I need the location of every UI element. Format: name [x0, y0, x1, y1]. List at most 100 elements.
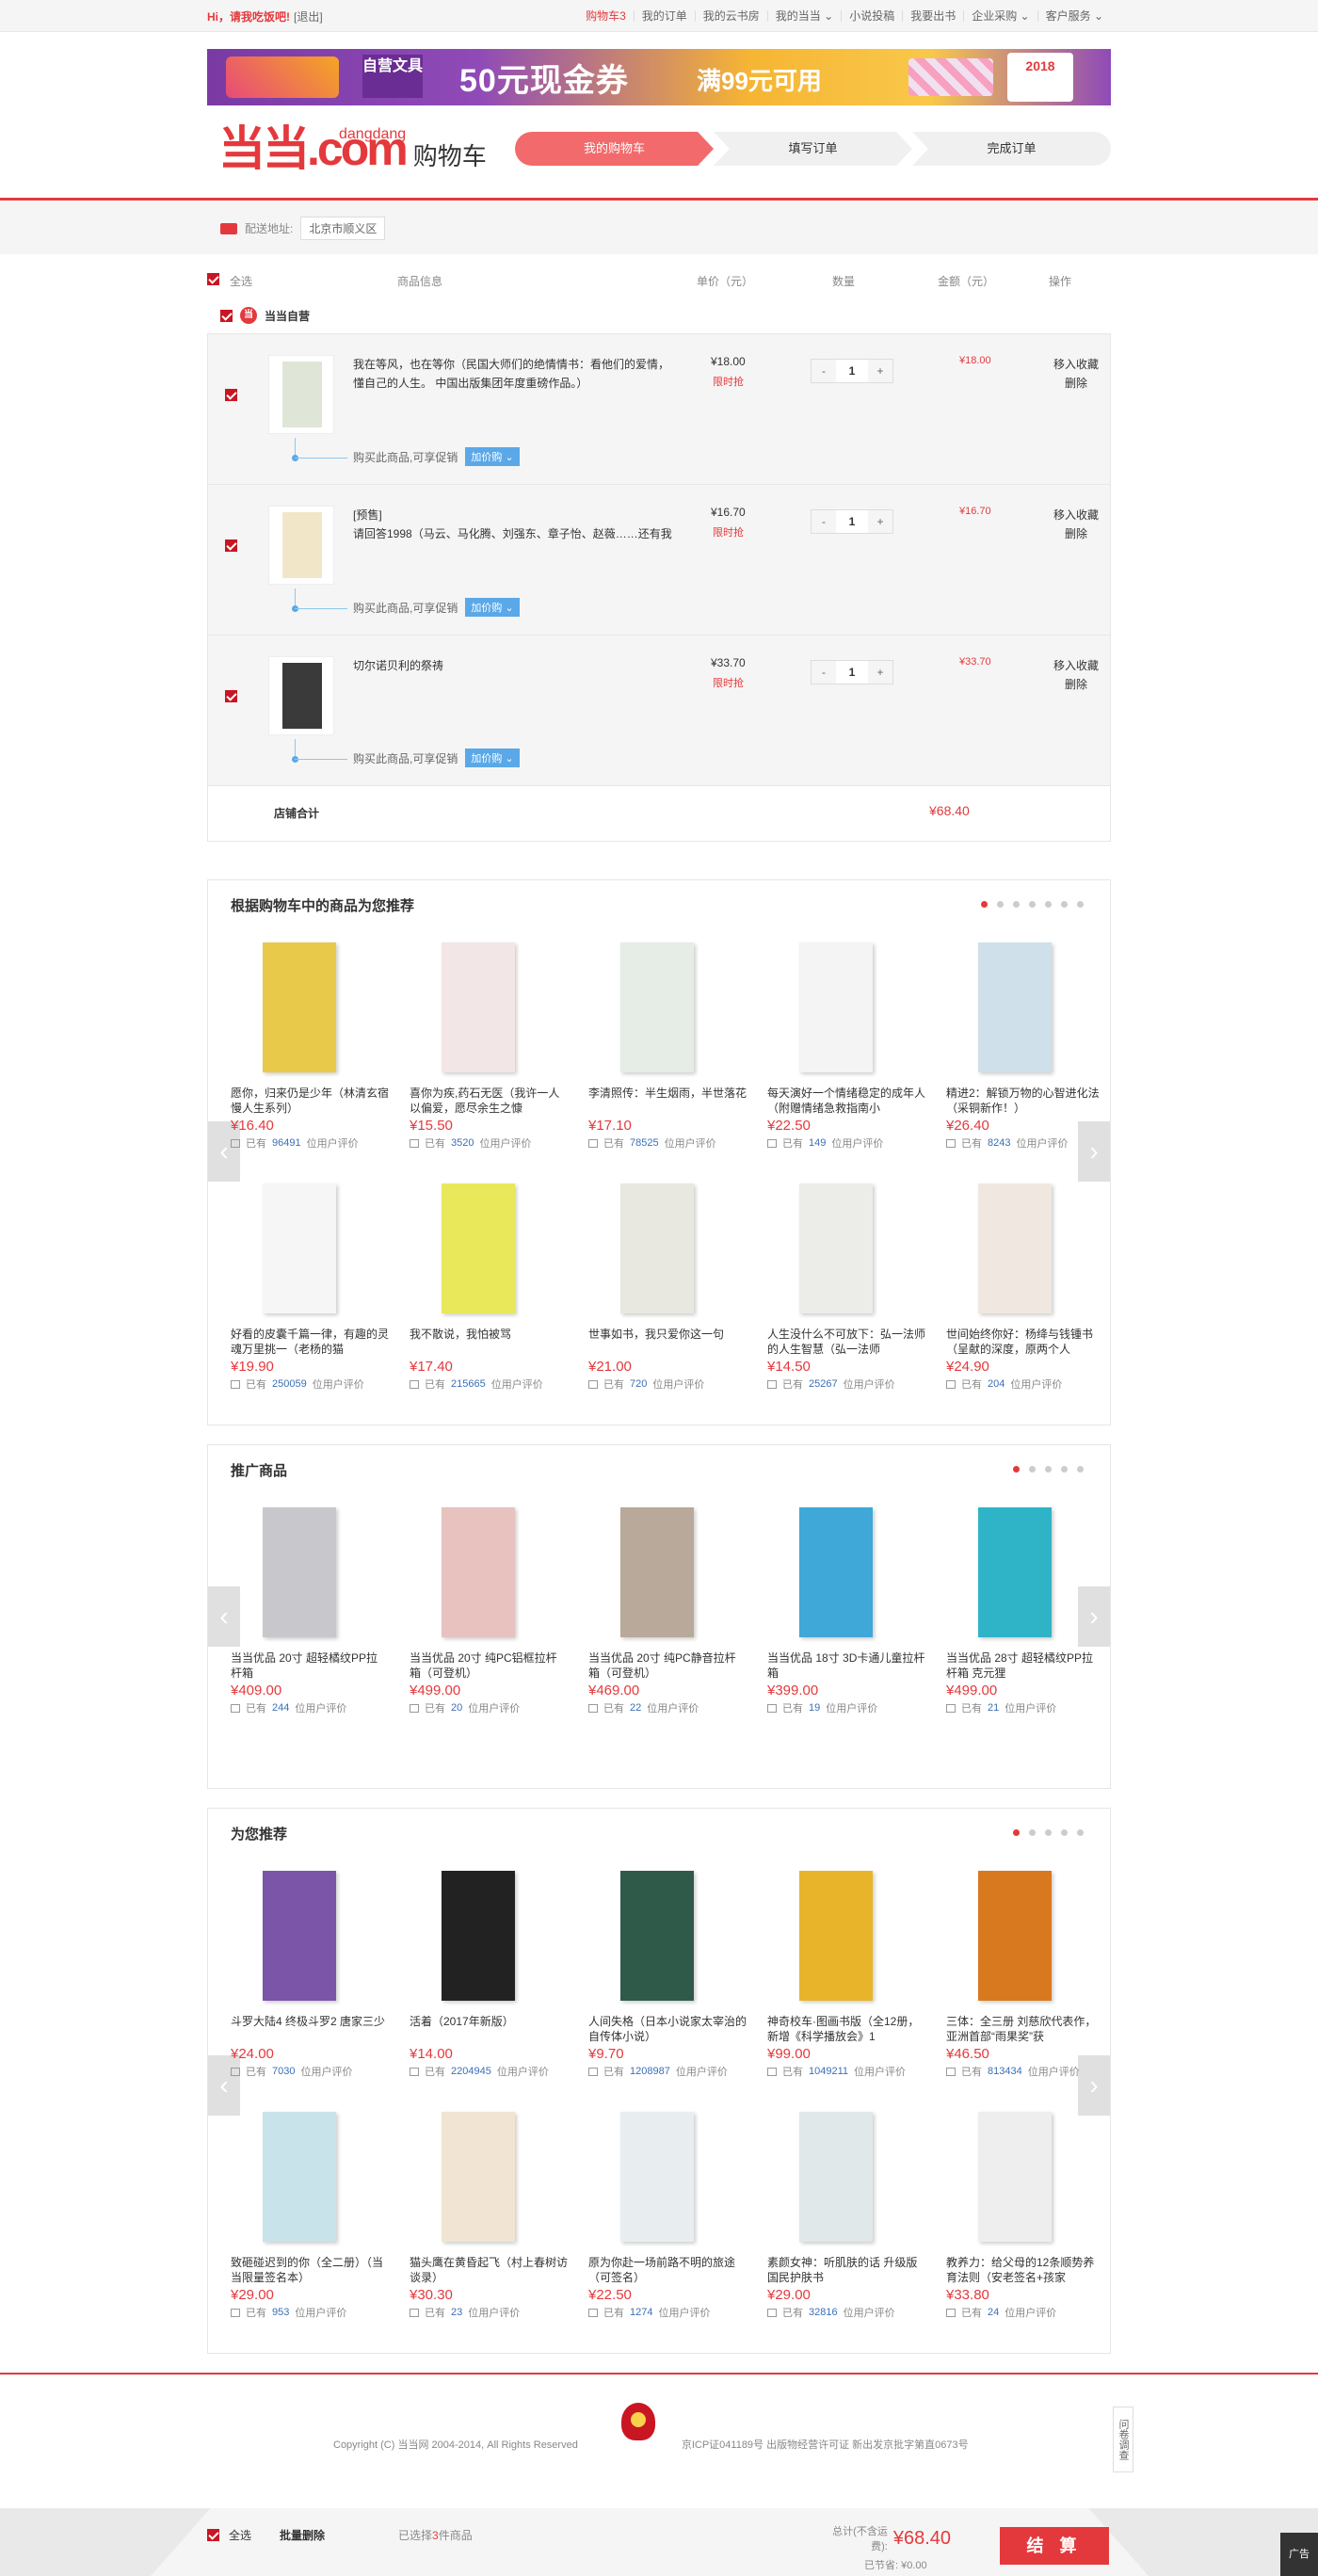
- product-image[interactable]: [231, 937, 372, 1078]
- icp-license[interactable]: 京ICP证041189号 出版物经营许可证 新出发京批字第直0673号: [682, 2437, 969, 2452]
- product-name[interactable]: 当当优品 20寸 超轻橘纹PP拉杆箱: [231, 1650, 389, 1681]
- product-name[interactable]: 人生没什么不可放下：弘一法师的人生智慧（弘一法师: [767, 1327, 925, 1357]
- review-count[interactable]: 2204945: [451, 2066, 491, 2077]
- item-cover[interactable]: [268, 656, 334, 735]
- review-count[interactable]: 204: [988, 1378, 1005, 1390]
- product-image[interactable]: [410, 937, 551, 1078]
- top-link-service[interactable]: 客户服务 ⌄: [1037, 10, 1111, 22]
- qty-minus-button[interactable]: -: [812, 360, 836, 382]
- product-card[interactable]: 当当优品 18寸 3D卡通儿童拉杆箱 ¥399.00 已有 19 位用户评价: [767, 1502, 925, 1715]
- review-count[interactable]: 1274: [630, 2307, 652, 2318]
- review-count[interactable]: 23: [451, 2307, 462, 2318]
- logout-link[interactable]: [退出]: [294, 8, 323, 24]
- top-link-cloud-study[interactable]: 我的云书房: [694, 10, 767, 22]
- review-count[interactable]: 953: [272, 2307, 289, 2318]
- qty-minus-button[interactable]: -: [812, 510, 836, 533]
- product-image[interactable]: [231, 1178, 372, 1319]
- carousel-dot[interactable]: [1029, 1466, 1036, 1473]
- qty-plus-button[interactable]: +: [868, 661, 892, 684]
- product-card[interactable]: 李清照传：半生烟雨，半世落花 ¥17.10 已有 78525 位用户评价: [588, 937, 747, 1151]
- product-name[interactable]: 精进2：解锁万物的心智进化法（采铜新作！）: [946, 1086, 1104, 1116]
- add-on-purchase-button[interactable]: 加价购 ⌄: [465, 598, 520, 617]
- survey-button[interactable]: 问卷调查: [1113, 2407, 1133, 2472]
- review-count[interactable]: 22: [630, 1702, 641, 1714]
- product-card[interactable]: 教养力：给父母的12条顺势养育法则（安老签名+孩家 ¥33.80 已有 24 位用户评价: [946, 2106, 1104, 2320]
- product-card[interactable]: 神奇校车·图画书版（全12册，新增《科学播放会》1 ¥99.00 已有 1049211…: [767, 1865, 925, 2079]
- carousel-dot[interactable]: [1013, 1829, 1020, 1836]
- product-image[interactable]: [946, 1502, 1087, 1643]
- review-count[interactable]: 20: [451, 1702, 462, 1714]
- product-name[interactable]: 神奇校车·图画书版（全12册，新增《科学播放会》1: [767, 2014, 925, 2044]
- product-name[interactable]: 当当优品 20寸 纯PC静音拉杆箱（可登机）: [588, 1650, 747, 1681]
- carousel-dot[interactable]: [1077, 1466, 1084, 1473]
- review-count[interactable]: 25267: [809, 1378, 838, 1390]
- product-card[interactable]: 精进2：解锁万物的心智进化法（采铜新作！） ¥26.40 已有 8243 位用户评价: [946, 937, 1104, 1151]
- carousel-dot[interactable]: [1045, 901, 1052, 908]
- product-name[interactable]: 人间失格（日本小说家太宰治的自传体小说）: [588, 2014, 747, 2044]
- carousel-dot[interactable]: [1061, 1829, 1068, 1836]
- product-name[interactable]: 每天演好一个情绪稳定的成年人（附赠情绪急救指南小: [767, 1086, 925, 1116]
- bottom-select-all-checkbox[interactable]: [207, 2529, 219, 2541]
- carousel-dot[interactable]: [1013, 1466, 1020, 1473]
- product-name[interactable]: 当当优品 18寸 3D卡通儿童拉杆箱: [767, 1650, 925, 1681]
- product-card[interactable]: 斗罗大陆4 终极斗罗2 唐家三少 ¥24.00 已有 7030 位用户评价: [231, 1865, 389, 2079]
- review-count[interactable]: 720: [630, 1378, 647, 1390]
- review-count[interactable]: 24: [988, 2307, 999, 2318]
- review-count[interactable]: 19: [809, 1702, 820, 1714]
- product-image[interactable]: [767, 1502, 908, 1643]
- review-count[interactable]: 1049211: [809, 2066, 848, 2077]
- move-to-favorites-link[interactable]: 移入收藏: [1053, 506, 1099, 524]
- product-image[interactable]: [588, 1502, 730, 1643]
- product-card[interactable]: 愿你，归来仍是少年（林清玄宿慢人生系列） ¥16.40 已有 96491 位用户评价: [231, 937, 389, 1151]
- product-image[interactable]: [588, 1178, 730, 1319]
- product-card[interactable]: 当当优品 20寸 纯PC铝框拉杆箱（可登机） ¥499.00 已有 20 位用户评价: [410, 1502, 568, 1715]
- product-card[interactable]: 三体：全三册 刘慈欣代表作，亚洲首部“雨果奖”获 ¥46.50 已有 813434 位用…: [946, 1865, 1104, 2079]
- review-count[interactable]: 813434: [988, 2066, 1022, 2077]
- product-card[interactable]: 当当优品 28寸 超轻橘纹PP拉杆箱 克元狸 ¥499.00 已有 21 位用户评价: [946, 1502, 1104, 1715]
- carousel-dot[interactable]: [997, 901, 1004, 908]
- product-name[interactable]: 原为你赴一场前路不明的旅途（可签名）: [588, 2255, 747, 2285]
- review-count[interactable]: 78525: [630, 1137, 659, 1149]
- product-card[interactable]: 猫头鹰在黄昏起飞（村上春树访谈录） ¥30.30 已有 23 位用户评价: [410, 2106, 568, 2320]
- delete-link[interactable]: 删除: [1053, 675, 1099, 694]
- batch-delete-button[interactable]: 批量删除: [280, 2527, 325, 2543]
- coupon-banner[interactable]: 自营文具 50元现金券 满99元可用 2018: [207, 49, 1111, 105]
- product-image[interactable]: [946, 937, 1087, 1078]
- product-image[interactable]: [767, 2106, 908, 2247]
- carousel-dot[interactable]: [1029, 901, 1036, 908]
- review-count[interactable]: 32816: [809, 2307, 838, 2318]
- product-card[interactable]: 世间始终你好：杨绛与钱锺书（呈献的深度，原两个人 ¥24.90 已有 204 位用户评价: [946, 1178, 1104, 1392]
- product-card[interactable]: 我不散说，我怕被骂 ¥17.40 已有 215665 位用户评价: [410, 1178, 568, 1392]
- qty-minus-button[interactable]: -: [812, 661, 836, 684]
- top-link-enterprise[interactable]: 企业采购 ⌄: [963, 10, 1037, 22]
- product-card[interactable]: 好看的皮囊千篇一律，有趣的灵魂万里挑一（老杨的猫 ¥19.90 已有 250059 位用…: [231, 1178, 389, 1392]
- qty-plus-button[interactable]: +: [868, 510, 892, 533]
- product-card[interactable]: 当当优品 20寸 纯PC静音拉杆箱（可登机） ¥469.00 已有 22 位用户评价: [588, 1502, 747, 1715]
- carousel-dot[interactable]: [1045, 1466, 1052, 1473]
- product-card[interactable]: 当当优品 20寸 超轻橘纹PP拉杆箱 ¥409.00 已有 244 位用户评价: [231, 1502, 389, 1715]
- product-name[interactable]: 素颜女神：听肌肤的话 升级版 国民护肤书: [767, 2255, 925, 2285]
- review-count[interactable]: 3520: [451, 1137, 474, 1149]
- product-card[interactable]: 素颜女神：听肌肤的话 升级版 国民护肤书 ¥29.00 已有 32816 位用户评价: [767, 2106, 925, 2320]
- settle-button[interactable]: 结 算: [1000, 2527, 1109, 2565]
- product-name[interactable]: 世间始终你好：杨绛与钱锺书（呈献的深度，原两个人: [946, 1327, 1104, 1357]
- shop-checkbox[interactable]: [220, 309, 233, 322]
- select-all-checkbox[interactable]: [207, 272, 219, 286]
- top-link-novel-submit[interactable]: 小说投稿: [841, 10, 902, 22]
- add-on-purchase-button[interactable]: 加价购 ⌄: [465, 447, 520, 466]
- qty-input[interactable]: 1: [836, 661, 868, 684]
- item-checkbox[interactable]: [225, 539, 237, 552]
- product-name[interactable]: 三体：全三册 刘慈欣代表作，亚洲首部“雨果奖”获: [946, 2014, 1104, 2044]
- police-emblem-icon[interactable]: [621, 2403, 655, 2440]
- item-title[interactable]: 我在等风，也在等你（民国大师们的绝情情书：看他们的爱情，懂自己的人生。 中国出版…: [353, 355, 673, 393]
- item-cover[interactable]: [268, 355, 334, 434]
- product-name[interactable]: 当当优品 28寸 超轻橘纹PP拉杆箱 克元狸: [946, 1650, 1104, 1681]
- top-link-cart[interactable]: 购物车3: [578, 10, 634, 22]
- carousel-dot[interactable]: [1077, 901, 1084, 908]
- item-cover[interactable]: [268, 506, 334, 585]
- product-card[interactable]: 致砸碰迟到的你（全二册）（当当限量签名本） ¥29.00 已有 953 位用户评价: [231, 2106, 389, 2320]
- carousel-dot[interactable]: [1029, 1829, 1036, 1836]
- item-title[interactable]: [预售] 请回答1998（马云、马化腾、刘强东、章子怡、赵薇……还有我: [353, 506, 673, 543]
- qty-plus-button[interactable]: +: [868, 360, 892, 382]
- ad-badge[interactable]: 广告: [1280, 2533, 1318, 2576]
